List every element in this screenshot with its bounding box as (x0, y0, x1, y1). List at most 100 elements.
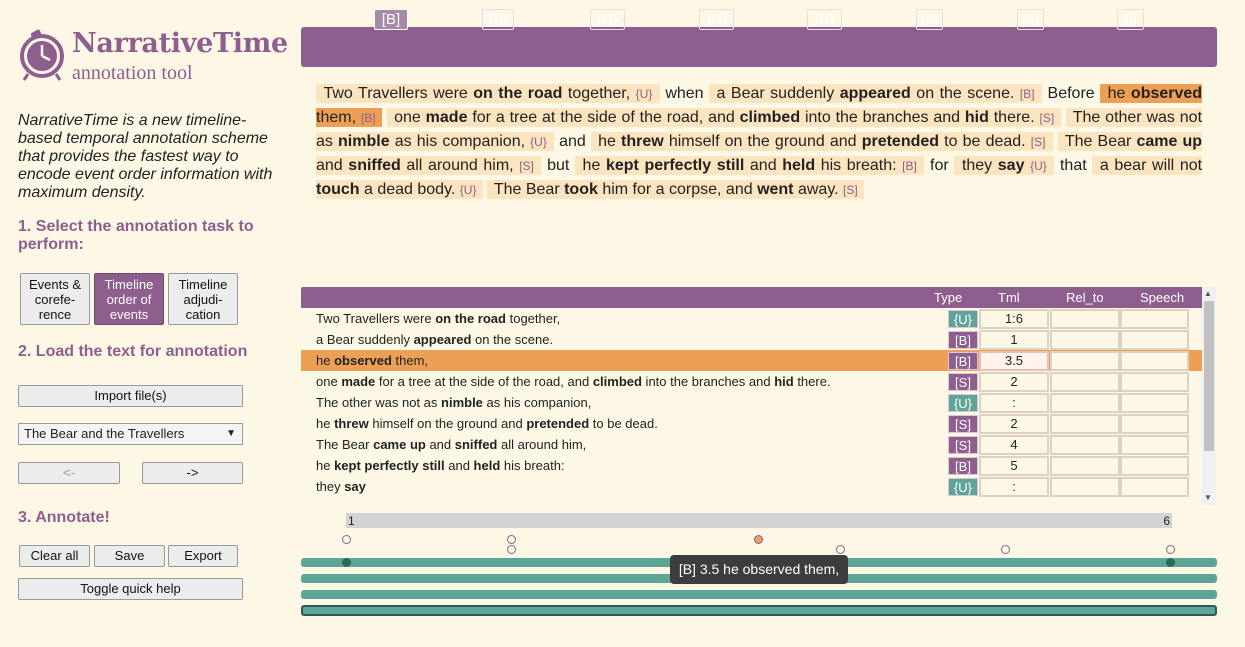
timeline-event-dot[interactable] (1001, 545, 1010, 554)
next-text-button[interactable]: -> (142, 462, 243, 484)
type-badge[interactable]: {U} (948, 310, 978, 328)
speech-input[interactable] (1120, 309, 1189, 329)
rel-to-input[interactable] (1050, 414, 1120, 434)
speech-input[interactable] (1120, 393, 1189, 413)
tml-input[interactable]: 2 (979, 414, 1049, 434)
timeline-event-dot[interactable] (507, 535, 516, 544)
intro-name: NarrativeTime (18, 112, 119, 129)
tml-input[interactable]: : (979, 393, 1049, 413)
events-table-body: Two Travellers were on the road together… (301, 308, 1202, 505)
task-events-coreference-button[interactable]: Events & corefe-rence (20, 273, 90, 325)
prev-text-button[interactable]: <- (18, 462, 120, 484)
save-button[interactable]: Save (94, 545, 165, 567)
clock-icon (20, 29, 64, 81)
speech-input[interactable] (1120, 330, 1189, 350)
table-row[interactable]: he kept perfectly still and held his bre… (301, 455, 1202, 476)
toolbar-unbounded-button[interactable]: {U} (590, 9, 625, 30)
table-row[interactable]: Two Travellers were on the road together… (301, 308, 1202, 329)
timeline-track[interactable] (301, 590, 1217, 599)
toolbar-before-button[interactable]: [<] (916, 9, 943, 30)
event-span[interactable]: one made for a tree at the side of the r… (387, 108, 1062, 127)
task-timeline-adjudication-button[interactable]: Timeline adjudi-cation (168, 273, 238, 325)
table-row-selected[interactable]: he observed them, [B] 3.5 (301, 350, 1202, 371)
toggle-quick-help-button[interactable]: Toggle quick help (18, 578, 243, 600)
rel-to-input[interactable] (1050, 330, 1120, 350)
tml-input[interactable]: 4 (979, 435, 1049, 455)
toolbar-left-unbounded-button[interactable]: {U] (699, 9, 734, 30)
event-span[interactable]: The Bear took him for a corpse, and went… (487, 180, 865, 199)
scroll-down-icon[interactable]: ▼ (1204, 493, 1212, 502)
table-row[interactable]: The other was not as nimble as his compa… (301, 392, 1202, 413)
table-row[interactable]: one made for a tree at the side of the r… (301, 371, 1202, 392)
timeline-start-label: 1 (348, 514, 355, 528)
task-timeline-order-button[interactable]: Timeline order of events (94, 273, 164, 325)
timeline-event-dot[interactable] (342, 535, 351, 544)
rel-to-input[interactable] (1050, 309, 1120, 329)
import-files-button[interactable]: Import file(s) (18, 385, 243, 407)
event-tooltip: [B] 3.5 he observed them, (670, 555, 848, 584)
timeline-track-selected[interactable] (301, 605, 1217, 616)
speech-input[interactable] (1120, 456, 1189, 476)
rel-to-input[interactable] (1050, 372, 1120, 392)
scroll-up-icon[interactable]: ▲ (1204, 289, 1212, 298)
type-badge[interactable]: [B] (948, 352, 978, 370)
text-select[interactable]: The Bear and the Travellers ▼ (18, 423, 243, 445)
toolbar-bounded-button[interactable]: [B] (374, 9, 408, 30)
timeline-ruler[interactable]: 1 6 (346, 513, 1172, 528)
table-row[interactable]: a Bear suddenly appeared on the scene. [B… (301, 329, 1202, 350)
speech-input[interactable] (1120, 372, 1189, 392)
row-text: The Bear came up and sniffed all around … (316, 437, 587, 452)
event-span[interactable]: they say {U} (954, 156, 1055, 175)
rel-to-input[interactable] (1050, 351, 1120, 371)
event-span[interactable]: he kept perfectly still and held his bre… (574, 156, 925, 175)
table-row[interactable]: The Bear came up and sniffed all around … (301, 434, 1202, 455)
toolbar-after-button[interactable]: [>] (1017, 9, 1044, 30)
type-badge[interactable]: [B] (948, 331, 978, 349)
type-badge[interactable]: [S] (948, 373, 978, 391)
tml-input[interactable]: 1:6 (979, 309, 1049, 329)
speech-input[interactable] (1120, 351, 1189, 371)
speech-input[interactable] (1120, 435, 1189, 455)
export-button[interactable]: Export (168, 545, 238, 567)
toolbar-right-unbounded-button[interactable]: [U} (807, 9, 842, 30)
event-span[interactable]: Two Travellers were on the road together… (316, 84, 660, 103)
tml-input[interactable]: 1 (979, 330, 1049, 350)
timeline-event-dot[interactable] (836, 545, 845, 554)
type-badge[interactable]: [S] (948, 436, 978, 454)
type-badge[interactable]: {U} (948, 478, 978, 496)
row-text: he kept perfectly still and held his bre… (316, 458, 565, 473)
annotation-toolbar (301, 27, 1217, 67)
timeline-event-dot-selected[interactable] (754, 535, 763, 544)
app-title: NarrativeTime (72, 28, 288, 59)
step-annotate: 3. Annotate! (18, 509, 110, 526)
row-text: a Bear suddenly appeared on the scene. (316, 332, 554, 347)
rel-to-input[interactable] (1050, 393, 1120, 413)
type-badge[interactable]: [B] (948, 457, 978, 475)
step-select-task: 1. Select the annotation task to perform… (18, 218, 254, 253)
rel-to-input[interactable] (1050, 435, 1120, 455)
toolbar-include-button[interactable]: [I] (1117, 9, 1144, 30)
rel-to-input[interactable] (1050, 456, 1120, 476)
tml-input[interactable]: : (979, 477, 1049, 497)
tml-input[interactable]: 3.5 (979, 351, 1049, 371)
timeline-event-dot[interactable] (1166, 545, 1175, 554)
speech-input[interactable] (1120, 477, 1189, 497)
header-type: Type (934, 290, 963, 305)
table-row[interactable]: they say {U}: (301, 476, 1202, 497)
rel-to-input[interactable] (1050, 477, 1120, 497)
type-badge[interactable]: {U} (948, 394, 978, 412)
tml-input[interactable]: 2 (979, 372, 1049, 392)
events-table-header: Type Tml Rel_to Speech (301, 287, 1202, 308)
table-row[interactable]: he threw himself on the ground and prete… (301, 413, 1202, 434)
event-span[interactable]: he threw himself on the ground and prete… (590, 132, 1053, 151)
table-scrollbar-thumb[interactable] (1204, 301, 1214, 451)
timeline-event-dot[interactable] (507, 545, 516, 554)
app-subtitle: annotation tool (72, 62, 193, 84)
header-tml: Tml (998, 290, 1020, 305)
tml-input[interactable]: 5 (979, 456, 1049, 476)
type-badge[interactable]: [S] (948, 415, 978, 433)
speech-input[interactable] (1120, 414, 1189, 434)
toolbar-static-button[interactable]: [S] (482, 9, 514, 30)
clear-all-button[interactable]: Clear all (19, 545, 90, 567)
event-span[interactable]: a Bear suddenly appeared on the scene. [… (709, 84, 1043, 103)
